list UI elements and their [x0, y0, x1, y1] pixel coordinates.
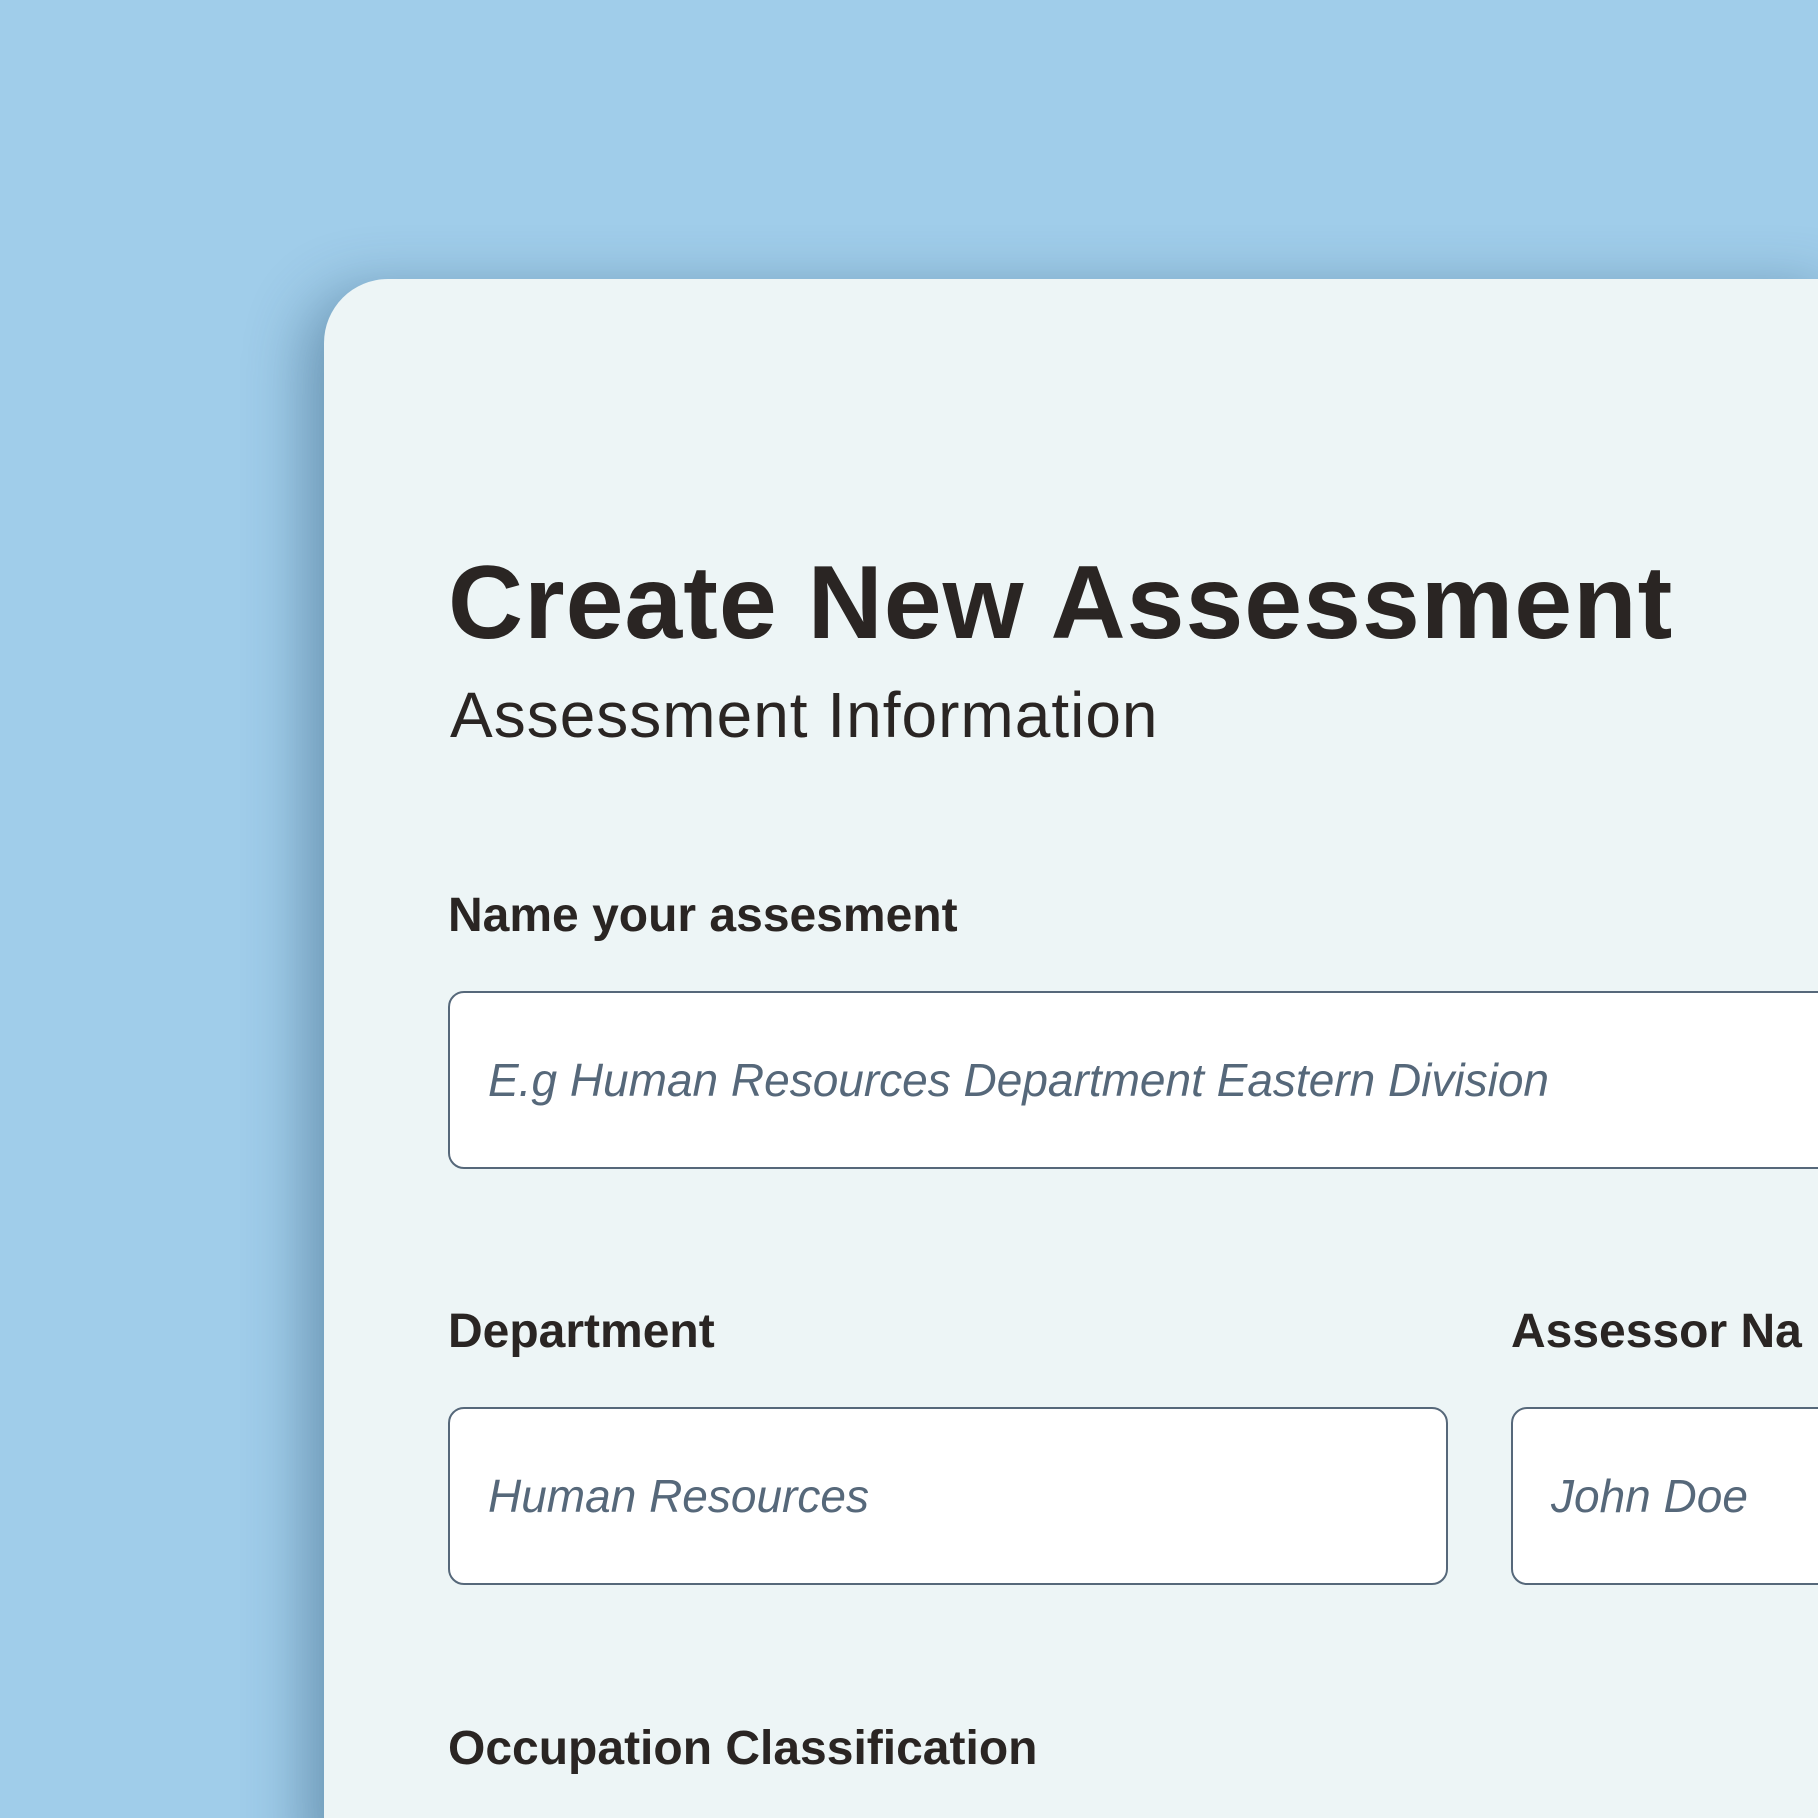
assessor-name-label: Assessor Na: [1511, 1305, 1802, 1358]
department-placeholder: Human Resources: [488, 1470, 869, 1522]
assessment-name-placeholder: E.g Human Resources Department Eastern D…: [488, 1054, 1550, 1106]
occupation-classification-label: Occupation Classification: [448, 1722, 1038, 1775]
department-label: Department: [448, 1305, 715, 1358]
assessment-name-label: Name your assesment: [448, 889, 958, 942]
page-title: Create New Assessment: [448, 545, 1674, 661]
assessment-form-card: Create New Assessment Assessment Informa…: [324, 279, 1818, 1818]
assessor-name-placeholder: John Doe: [1551, 1470, 1748, 1522]
department-input[interactable]: Human Resources: [448, 1407, 1448, 1585]
assessment-name-input[interactable]: E.g Human Resources Department Eastern D…: [448, 991, 1818, 1169]
assessor-name-input[interactable]: John Doe: [1511, 1407, 1818, 1585]
section-subtitle: Assessment Information: [450, 679, 1159, 751]
